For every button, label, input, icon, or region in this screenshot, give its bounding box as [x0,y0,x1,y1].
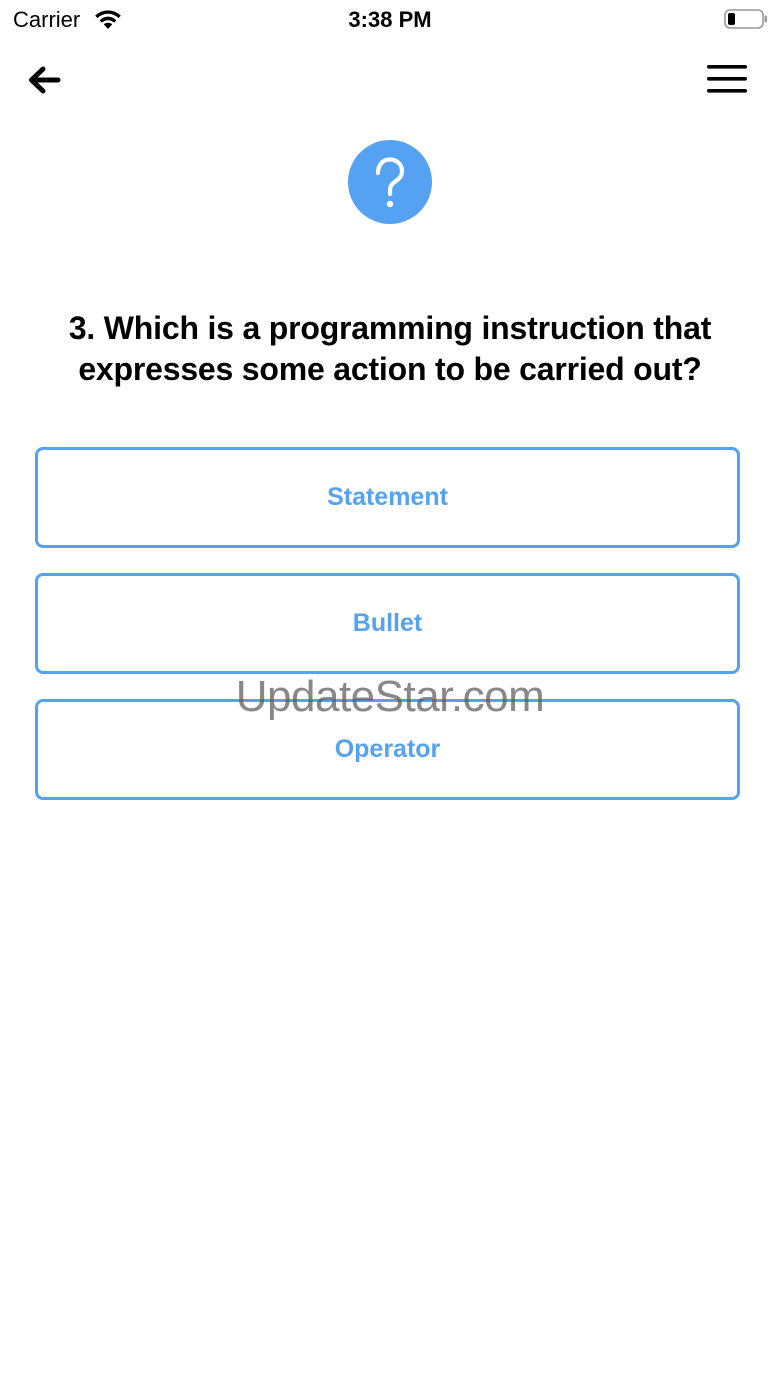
question-glyph-icon [375,157,405,208]
question-text: 3. Which is a programming instruction th… [68,310,712,387]
status-time: 3:38 PM [348,7,432,32]
answer-label: Statement [327,483,448,511]
answer-option-3[interactable]: Operator [35,699,740,800]
answer-option-2[interactable]: Bullet [35,573,740,674]
question-mark-icon [348,140,432,224]
answer-option-1[interactable]: Statement [35,447,740,548]
battery-icon [724,9,767,29]
answer-label: Bullet [352,609,423,637]
menu-button[interactable] [702,58,752,102]
back-button[interactable] [22,58,68,104]
status-bar: Carrier 3:38 PM [0,0,780,40]
answer-label: Operator [334,735,441,763]
